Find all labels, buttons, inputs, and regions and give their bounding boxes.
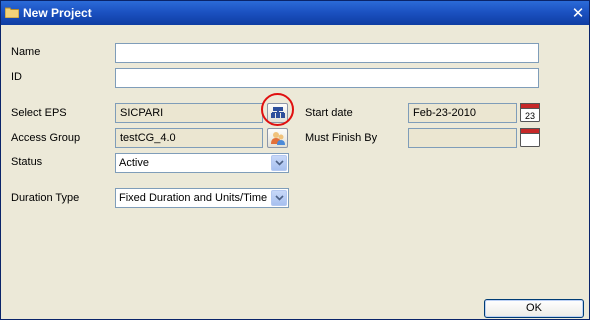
eps-label: Select EPS [11,107,67,119]
chevron-down-icon [275,160,284,166]
duration-type-dropdown-button[interactable] [271,190,287,206]
status-select[interactable]: Active [115,153,289,173]
calendar-day: 23 [525,111,535,121]
start-date-field: Feb-23-2010 [408,103,517,123]
name-field[interactable] [115,43,539,63]
window-title: New Project [23,6,92,20]
chevron-down-icon [275,195,284,201]
start-date-label: Start date [305,107,353,119]
eps-field: SICPARI [115,103,263,123]
folder-icon [5,7,19,18]
id-field[interactable] [115,68,539,88]
status-label: Status [11,156,43,168]
group-picker-icon [271,132,285,145]
calendar-icon: 23 [520,103,540,122]
must-finish-by-calendar-button[interactable] [520,128,540,147]
new-project-dialog: New Project ✕ Name ID Select EPS SICPARI… [0,0,590,320]
id-label: ID [11,71,22,83]
start-date-calendar-button[interactable]: 23 [520,103,540,122]
highlight-circle [261,93,294,126]
duration-type-label: Duration Type [11,192,80,204]
must-finish-by-field [408,128,517,148]
title-bar[interactable]: New Project ✕ [1,1,589,25]
must-finish-by-label: Must Finish By [305,132,378,144]
access-group-field: testCG_4.0 [115,128,263,148]
name-label: Name [11,46,41,58]
access-group-picker-button[interactable] [267,128,288,148]
status-value: Active [119,157,149,169]
ok-button[interactable]: OK [484,299,584,318]
status-dropdown-button[interactable] [271,155,287,171]
calendar-icon [520,128,540,147]
close-button[interactable]: ✕ [569,4,587,22]
access-group-label: Access Group [11,132,81,144]
duration-type-value: Fixed Duration and Units/Time [119,192,268,204]
duration-type-select[interactable]: Fixed Duration and Units/Time [115,188,289,208]
